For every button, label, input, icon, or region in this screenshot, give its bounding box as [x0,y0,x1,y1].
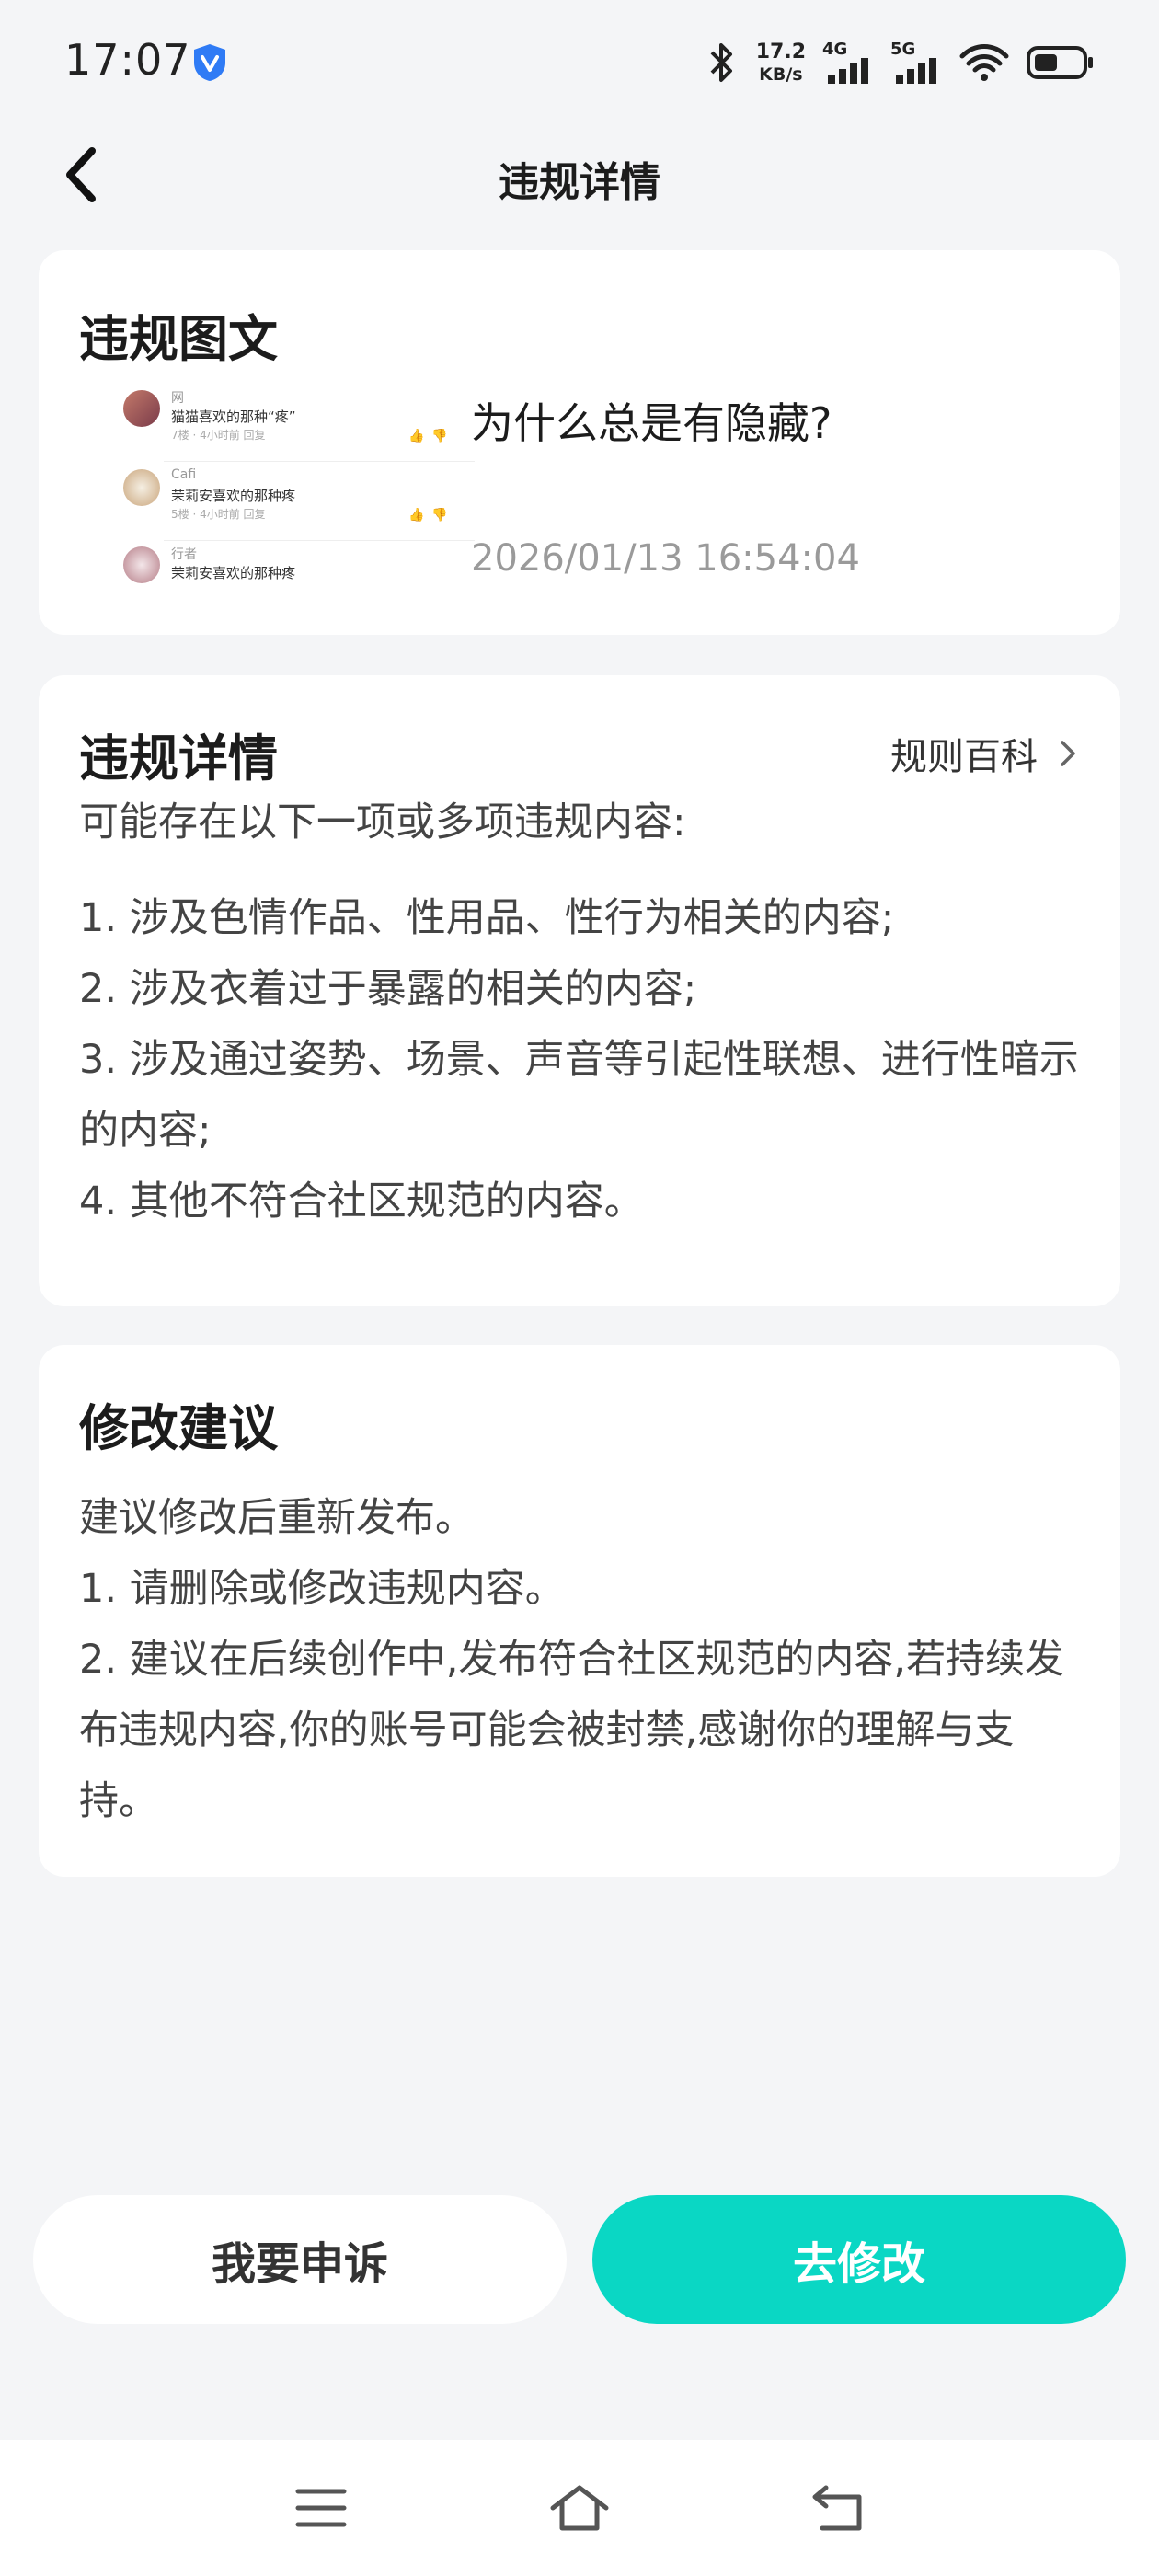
edit-button[interactable]: 去修改 [592,2195,1126,2324]
list-item: 4. 其他不符合社区规范的内容。 [79,1179,644,1225]
section-heading: 违规详情 [79,730,278,788]
wifi-icon [959,44,1009,81]
bluetooth-icon [710,43,732,82]
suggestion-card: 修改建议 建议修改后重新发布。 1. 请删除或修改违规内容。 2. 建议在后续创… [39,1345,1120,1877]
like-dislike-icon: 👍👎 [408,429,455,443]
list-item: 1. 涉及色情作品、性用品、性行为相关的内容; [79,895,895,941]
signal-icon: 4G [822,40,874,86]
violation-list: 1. 涉及色情作品、性用品、性行为相关的内容; 2. 涉及衣着过于暴露的相关的内… [79,883,1080,1237]
menu-icon[interactable] [289,2482,353,2534]
page-title: 违规详情 [499,159,660,206]
rule-link-label: 规则百科 [890,736,1038,778]
rule-encyclopedia-link[interactable]: 规则百科 [890,727,1076,780]
post-date: 2026/01/13 16:54:04 [471,537,860,580]
shield-icon [194,44,225,81]
home-icon[interactable] [547,2482,612,2534]
list-item: 2. 建议在后续创作中,发布符合社区规范的内容,若持续发布违规内容,你的账号可能… [79,1637,1065,1824]
battery-icon [1027,46,1093,79]
chevron-right-icon [1061,741,1075,766]
suggestion-text: 建议修改后重新发布。 1. 请删除或修改违规内容。 2. 建议在后续创作中,发布… [79,1483,1080,1837]
status-bar: 17:07 17.2 KB/s 4G 5G [0,0,1159,125]
network-speed: 17.2 KB/s [755,40,806,85]
violation-intro: 可能存在以下一项或多项违规内容: [79,799,686,845]
list-item: 3. 涉及通过姿势、场景、声音等引起性联想、进行性暗示的内容; [79,1037,1079,1154]
post-title: 为什么总是有隐藏? [471,398,832,448]
thumb-comment: 行者 茉莉安喜欢的那种疼 [79,545,475,605]
header: 违规详情 [0,129,1159,221]
list-item: 建议修改后重新发布。 [79,1495,475,1541]
system-nav-bar [0,2440,1159,2576]
avatar [123,469,160,506]
signal-icon: 5G [890,40,942,86]
status-time: 17:07 [64,35,191,85]
avatar [123,546,160,583]
section-heading: 修改建议 [79,1399,278,1457]
thumb-comment: 网 猫猫喜欢的那种“疼” 7楼 · 4小时前 回复 👍👎 [79,388,475,462]
appeal-button[interactable]: 我要申诉 [33,2195,567,2324]
like-dislike-icon: 👍👎 [408,508,455,523]
avatar [123,390,160,427]
section-heading: 违规图文 [79,310,278,368]
thumb-comment: Cafi 茉莉安喜欢的那种疼 5楼 · 4小时前 回复 👍👎 [79,467,475,541]
list-item: 1. 请删除或修改违规内容。 [79,1566,565,1612]
back-icon[interactable] [806,2482,870,2534]
list-item: 2. 涉及衣着过于暴露的相关的内容; [79,966,697,1012]
post-thumbnail: 网 猫猫喜欢的那种“疼” 7楼 · 4小时前 回复 👍👎 Cafi 茉莉安喜欢的… [79,388,475,605]
violation-post-card[interactable]: 违规图文 网 猫猫喜欢的那种“疼” 7楼 · 4小时前 回复 👍👎 Cafi 茉… [39,250,1120,635]
violation-detail-card: 违规详情 规则百科 可能存在以下一项或多项违规内容: 1. 涉及色情作品、性用品… [39,675,1120,1306]
